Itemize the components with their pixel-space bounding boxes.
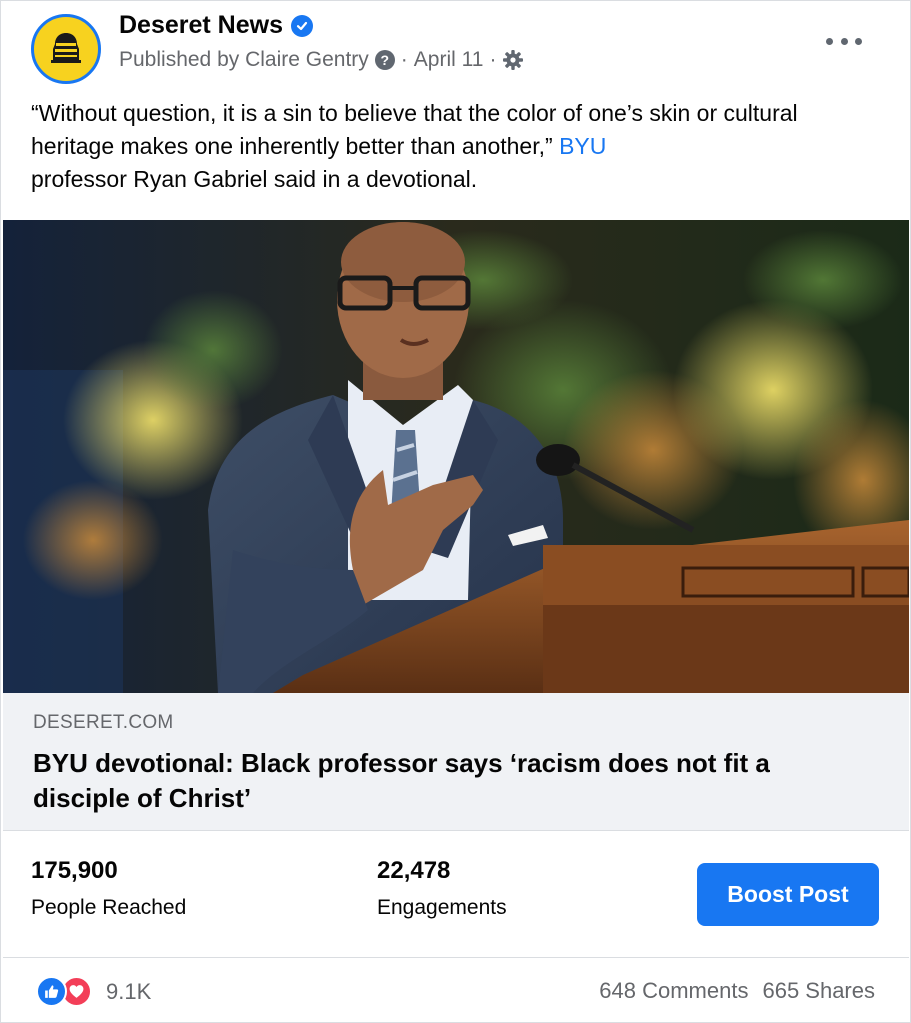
gear-icon[interactable] — [502, 49, 524, 71]
post-caption: “Without question, it is a sin to believ… — [31, 97, 881, 196]
page-name-row: Deseret News — [119, 11, 313, 40]
post-meta: Published by Claire Gentry ? · April 11 … — [119, 48, 524, 72]
help-icon[interactable]: ? — [374, 50, 395, 70]
footer-divider — [3, 957, 909, 958]
comments-link[interactable]: 648 Comments — [599, 978, 748, 1004]
page-avatar[interactable] — [31, 14, 101, 84]
caption-link-byu[interactable]: BYU — [559, 133, 606, 159]
reached-label: People Reached — [31, 896, 187, 919]
reaction-count: 9.1K — [106, 978, 152, 1004]
beehive-logo-icon — [51, 33, 81, 63]
post-header: Deseret News Published by Claire Gentry … — [1, 1, 911, 93]
page-name[interactable]: Deseret News — [119, 11, 283, 40]
post-date[interactable]: April 11 — [414, 48, 484, 72]
link-headline[interactable]: BYU devotional: Black professor says ‘ra… — [33, 746, 873, 816]
caption-text: “Without question, it is a sin to believ… — [31, 100, 798, 159]
boost-post-button[interactable]: Boost Post — [697, 863, 879, 926]
more-options-button[interactable] — [826, 29, 862, 53]
post-photo[interactable] — [3, 220, 909, 693]
engagement-links: 648 Comments 665 Shares — [599, 978, 875, 1004]
caption-end: professor Ryan Gabriel said in a devotio… — [31, 166, 478, 192]
link-domain: DESERET.COM — [33, 712, 174, 733]
verified-icon — [290, 14, 313, 37]
like-icon — [36, 976, 67, 1007]
engagements-value: 22,478 — [377, 857, 451, 884]
meta-separator-2: · — [489, 48, 497, 71]
post-card: Deseret News Published by Claire Gentry … — [0, 0, 911, 1023]
more-icon — [826, 37, 833, 45]
engagements-label: Engagements — [377, 896, 507, 919]
publisher-text: Published by Claire Gentry — [119, 48, 369, 71]
meta-separator: · — [400, 48, 408, 71]
reactions-summary[interactable]: 9.1K — [36, 976, 151, 1007]
link-preview[interactable]: DESERET.COM BYU devotional: Black profes… — [3, 693, 909, 831]
shares-link[interactable]: 665 Shares — [762, 978, 875, 1004]
reached-value: 175,900 — [31, 857, 118, 884]
